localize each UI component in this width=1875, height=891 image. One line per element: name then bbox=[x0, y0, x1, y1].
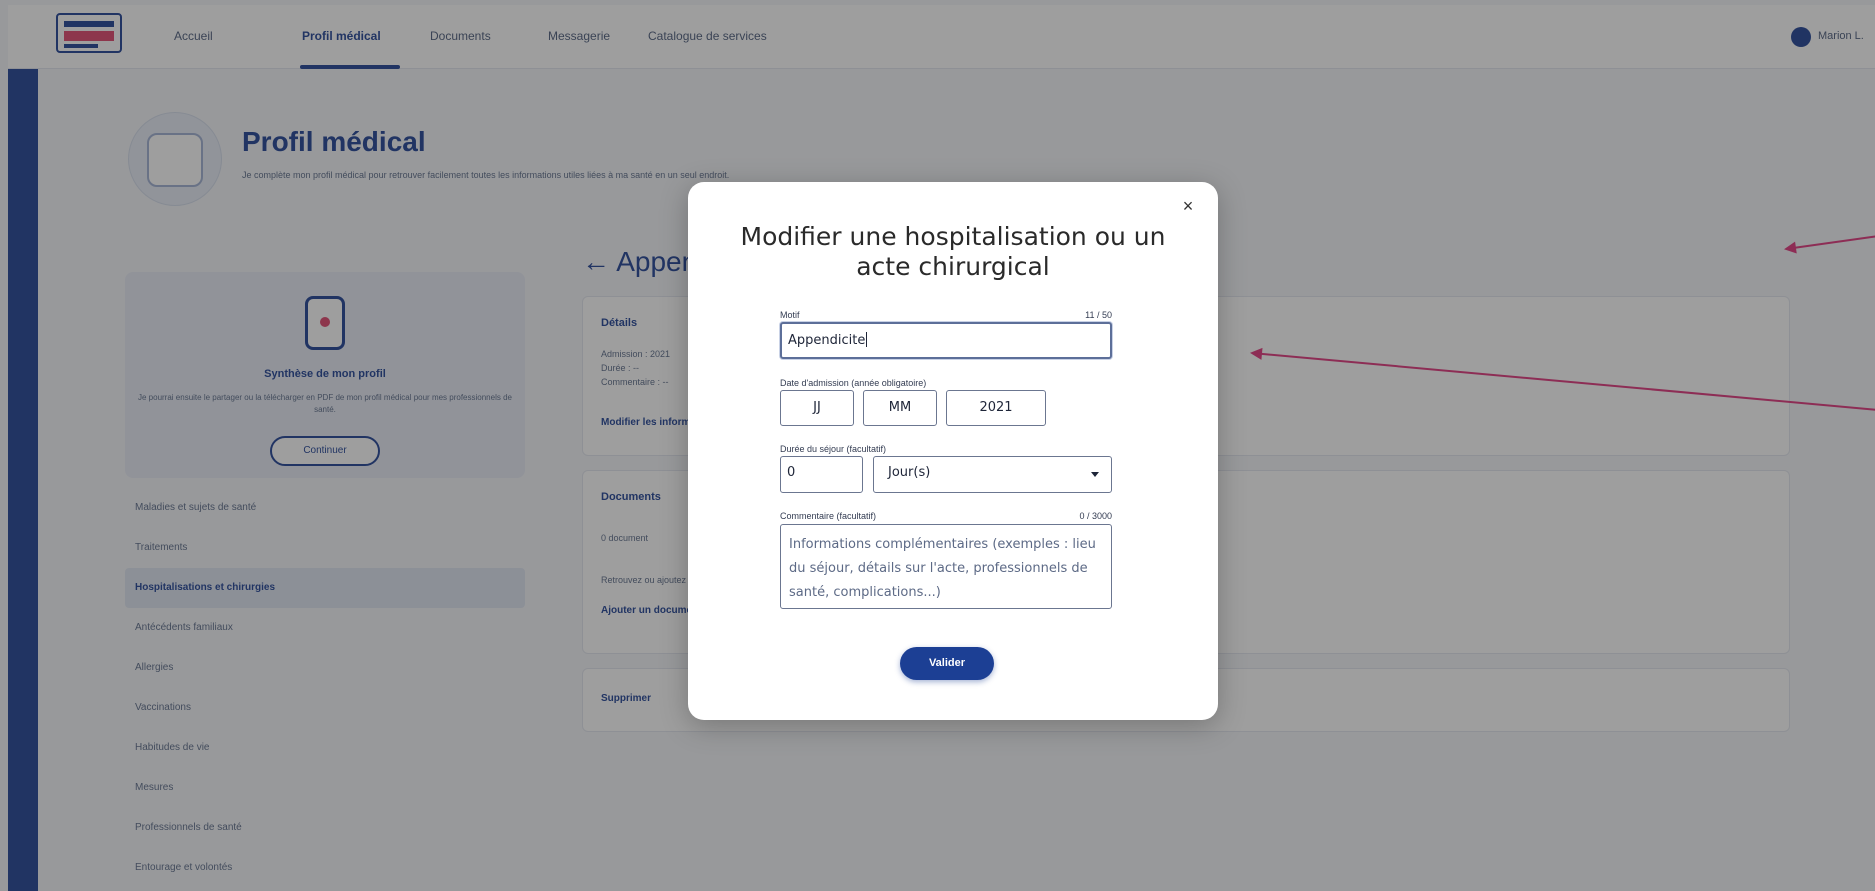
commentaire-counter: 0 / 3000 bbox=[1079, 511, 1112, 521]
duree-value: 0 bbox=[787, 465, 796, 480]
modal-title: Modifier une hospitalisation ou un acte … bbox=[740, 222, 1166, 281]
edit-hospitalisation-modal: × Modifier une hospitalisation ou un act… bbox=[688, 182, 1218, 720]
close-icon[interactable]: × bbox=[1178, 196, 1198, 216]
date-label: Date d'admission (année obligatoire) bbox=[780, 378, 927, 388]
year-input[interactable]: 2021 bbox=[946, 390, 1046, 426]
text-caret bbox=[866, 332, 868, 347]
duree-label: Durée du séjour (facultatif) bbox=[780, 444, 887, 454]
commentaire-textarea[interactable]: Informations complémentaires (exemples :… bbox=[780, 524, 1112, 609]
chevron-down-icon bbox=[1091, 472, 1099, 477]
motif-value: Appendicite bbox=[788, 333, 866, 348]
day-input[interactable]: JJ bbox=[780, 390, 854, 426]
month-input[interactable]: MM bbox=[863, 390, 937, 426]
duree-unit-select[interactable]: Jour(s) bbox=[873, 456, 1112, 493]
motif-counter: 11 / 50 bbox=[1085, 310, 1112, 320]
commentaire-label: Commentaire (facultatif) bbox=[780, 511, 877, 521]
duree-input[interactable]: 0 bbox=[780, 456, 863, 493]
motif-input[interactable]: Appendicite bbox=[780, 322, 1112, 359]
valider-button[interactable]: Valider bbox=[900, 647, 994, 680]
motif-label: Motif bbox=[780, 310, 800, 320]
duree-unit-value: Jour(s) bbox=[888, 465, 931, 480]
